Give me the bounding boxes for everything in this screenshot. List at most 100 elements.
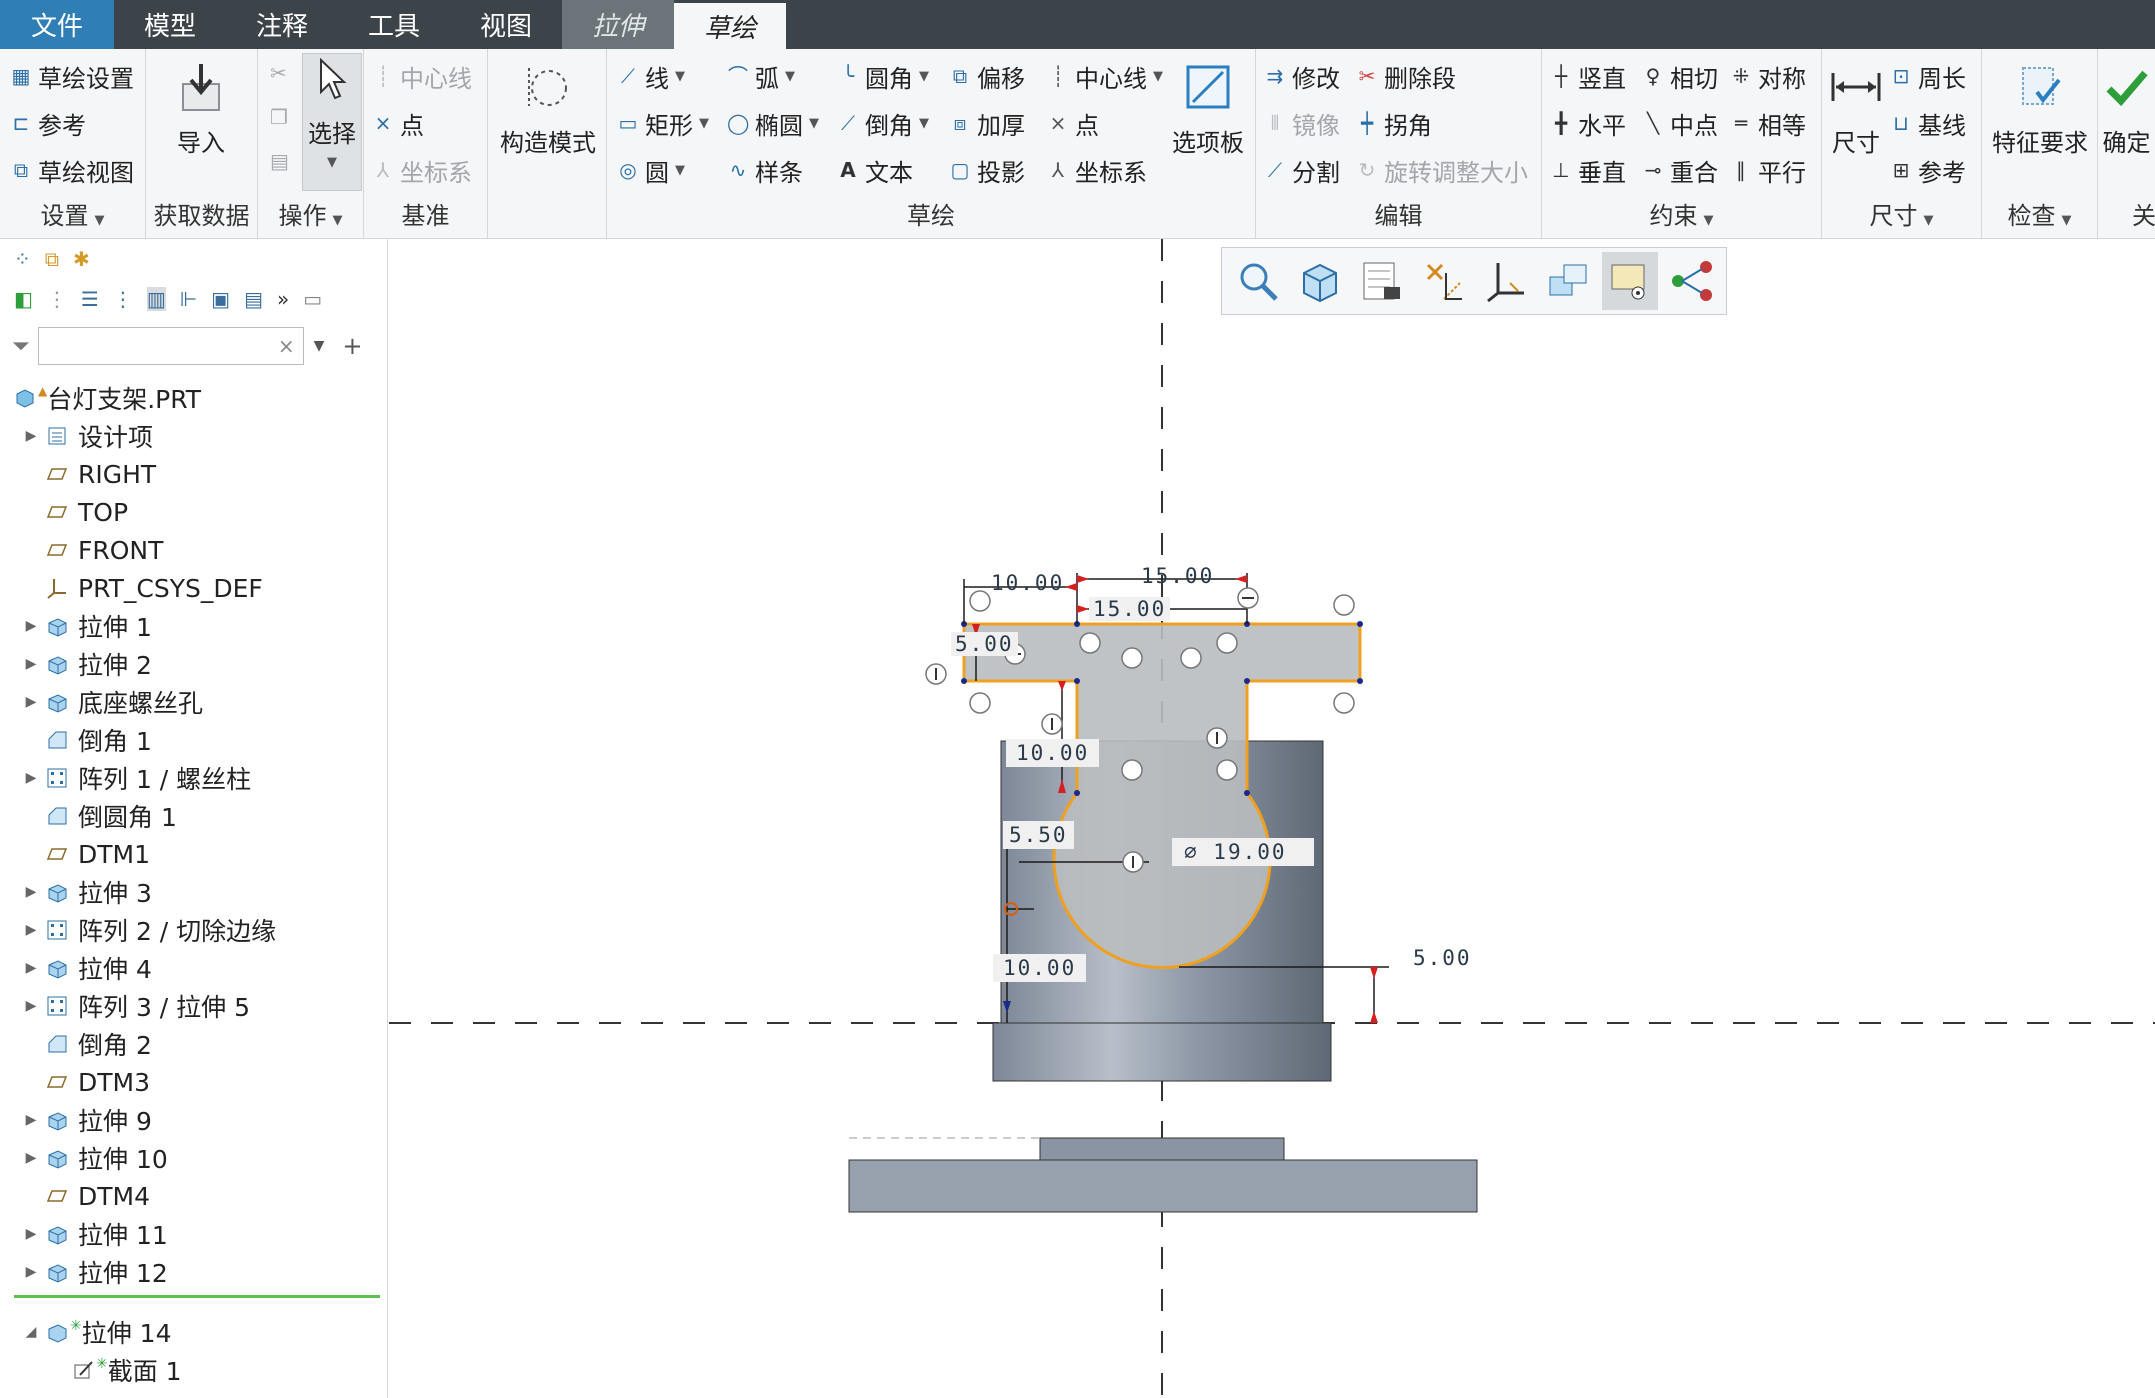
tree-item[interactable]: ▶ 拉伸 4	[0, 949, 388, 987]
sketch-view-button[interactable]: ⧉ 草绘视图	[10, 153, 134, 187]
tree-item[interactable]: DTM1	[0, 835, 388, 873]
expand-icon[interactable]: ▶	[20, 960, 42, 976]
tab-sketch[interactable]: 草绘	[674, 0, 787, 49]
mirror-button[interactable]: ⫴ 镜像	[1264, 106, 1340, 140]
dimension-button[interactable]: 尺寸	[1826, 59, 1886, 158]
project-tool[interactable]: ▢ 投影	[949, 153, 1025, 187]
parallel-constraint[interactable]: ∥ 平行	[1730, 153, 1806, 187]
dim-d9[interactable]: 5.00	[1413, 946, 1472, 970]
more-icon[interactable]: »	[277, 287, 289, 311]
modify-button[interactable]: ⇉ 修改	[1264, 59, 1340, 93]
dim-d6[interactable]: 5.50	[1003, 821, 1074, 849]
tree-show-icon[interactable]: ▣	[211, 287, 230, 311]
tree-item[interactable]: ▶ 阵列 3 / 拉伸 5	[0, 987, 388, 1025]
base-plate[interactable]	[848, 1159, 1478, 1213]
paste-icon[interactable]: ▤	[270, 149, 289, 173]
delete-segment-button[interactable]: ✂ 删除段	[1356, 59, 1456, 93]
datum-centerline-button[interactable]: ┊ 中心线	[372, 59, 472, 93]
dim-d4[interactable]: 5.00	[951, 632, 1018, 656]
sketch-point-tool[interactable]: × 点	[1047, 106, 1099, 140]
expand-icon[interactable]: ▶	[20, 1112, 42, 1128]
coincident-constraint[interactable]: ⊸ 重合	[1642, 153, 1718, 187]
tree-item[interactable]: RIGHT	[0, 455, 388, 493]
offset-tool[interactable]: ⧉ 偏移	[949, 59, 1025, 93]
expand-icon[interactable]: ▶	[20, 998, 42, 1014]
model-tree-tab-icon[interactable]: ⁘	[14, 247, 31, 271]
tree-item[interactable]: ▶ 拉伸 1	[0, 607, 388, 645]
circle-tool[interactable]: ◎ 圆 ▼	[617, 153, 685, 187]
copy-icon[interactable]: ❐	[270, 105, 288, 129]
tab-view[interactable]: 视图	[450, 0, 562, 49]
tree-item[interactable]: ▶ 拉伸 2	[0, 645, 388, 683]
tree-item[interactable]: PRT_CSYS_DEF	[0, 569, 388, 607]
vertical-constraint[interactable]: ┼ 竖直	[1550, 59, 1626, 93]
sketch-setup-button[interactable]: ▦ 草绘设置	[10, 59, 134, 93]
ellipse-tool[interactable]: ◯ 椭圆 ▼	[727, 106, 819, 140]
select-button[interactable]: 选择 ▼	[302, 53, 362, 191]
group-label-constraints[interactable]: 约束 ▼	[1542, 196, 1821, 231]
tree-page-icon[interactable]: ▭	[303, 287, 322, 311]
group-label-inspect[interactable]: 检查 ▼	[1982, 196, 2097, 231]
datum-csys-button[interactable]: ⅄ 坐标系	[372, 153, 472, 187]
add-icon[interactable]: +	[342, 332, 362, 360]
group-label-setup[interactable]: 设置 ▼	[0, 196, 145, 231]
display-icon[interactable]: ◧	[14, 287, 33, 311]
tree-item[interactable]: ▶ 拉伸 11	[0, 1215, 388, 1253]
dim-d3[interactable]: 15.00	[1089, 597, 1171, 621]
tree-item[interactable]: 倒角 2	[0, 1025, 388, 1063]
chamfer-tool[interactable]: ⟋ 倒角 ▼	[837, 106, 929, 140]
collapse-icon[interactable]: ◢	[20, 1324, 42, 1340]
tree-item-section[interactable]: ✳ 截面 1	[0, 1351, 388, 1389]
tree-item[interactable]: ▶ 拉伸 3	[0, 873, 388, 911]
tab-annotate[interactable]: 注释	[226, 0, 338, 49]
tree-item[interactable]: FRONT	[0, 531, 388, 569]
expand-icon[interactable]: ▶	[20, 1264, 42, 1280]
tree-item[interactable]: 倒角 1	[0, 721, 388, 759]
tree-filters-icon[interactable]: ⋮	[113, 287, 133, 311]
base-plate-boss[interactable]	[1039, 1137, 1285, 1161]
sketch-centerline-tool[interactable]: ┊ 中心线 ▼	[1047, 59, 1163, 93]
dim-d1[interactable]: 10.00	[991, 571, 1064, 595]
tree-item[interactable]: ▶ 拉伸 9	[0, 1101, 388, 1139]
tree-notes-icon[interactable]: ▤	[244, 287, 263, 311]
rectangle-tool[interactable]: ▭ 矩形 ▼	[617, 106, 709, 140]
tree-item[interactable]: ▶ 阵列 2 / 切除边缘	[0, 911, 388, 949]
tree-expand-icon[interactable]: ⊩	[180, 287, 197, 311]
graphics-canvas[interactable]: 10.00 15.00 15.00 5.00 10.00 5.50 ⌀ 19.0…	[389, 239, 2155, 1398]
dim-d7[interactable]: ⌀ 19.00	[1172, 838, 1314, 866]
insert-here-separator[interactable]	[14, 1295, 380, 1298]
text-tool[interactable]: A 文本	[837, 153, 913, 187]
tree-item[interactable]: TOP	[0, 493, 388, 531]
divide-button[interactable]: ⟋ 分割	[1264, 153, 1340, 187]
expand-icon[interactable]: ▶	[20, 694, 42, 710]
perimeter-button[interactable]: ⊡ 周长	[1890, 59, 1966, 93]
expand-icon[interactable]: ▶	[20, 656, 42, 672]
expand-icon[interactable]: ▶	[20, 428, 42, 444]
dim-d5[interactable]: 10.00	[1006, 739, 1100, 767]
tree-item[interactable]: ▶ 底座螺丝孔	[0, 683, 388, 721]
references-button[interactable]: ⊏ 参考	[10, 106, 86, 140]
dim-d8[interactable]: 10.00	[993, 954, 1087, 982]
reference-dim-button[interactable]: ⊞ 参考	[1890, 153, 1966, 187]
filter-dropdown-icon[interactable]: ▼	[314, 338, 325, 354]
sketch-csys-tool[interactable]: ⅄ 坐标系	[1047, 153, 1147, 187]
tree-search-input[interactable]: ×	[37, 327, 304, 365]
tab-extrude[interactable]: 拉伸	[562, 0, 675, 49]
tree-item[interactable]: DTM3	[0, 1063, 388, 1101]
group-label-dimension[interactable]: 尺寸 ▼	[1822, 196, 1981, 231]
cylinder-base[interactable]	[992, 1022, 1332, 1082]
baseline-button[interactable]: ⊔ 基线	[1890, 106, 1966, 140]
horizontal-constraint[interactable]: ╋ 水平	[1550, 106, 1626, 140]
datum-point-button[interactable]: × 点	[372, 106, 424, 140]
tree-item[interactable]: ▶ 拉伸 12	[0, 1253, 388, 1291]
expand-icon[interactable]: ▶	[20, 770, 42, 786]
line-tool[interactable]: ⟋ 线 ▼	[617, 59, 685, 93]
symmetric-constraint[interactable]: ⁜ 对称	[1730, 59, 1806, 93]
expand-icon[interactable]: ▶	[20, 1150, 42, 1166]
fillet-tool[interactable]: ╰ 圆角 ▼	[837, 59, 929, 93]
tab-tools[interactable]: 工具	[338, 0, 450, 49]
tree-columns-icon[interactable]: ☰	[81, 287, 99, 311]
tree-item[interactable]: DTM4	[0, 1177, 388, 1215]
corner-button[interactable]: ┿ 拐角	[1356, 106, 1432, 140]
expand-icon[interactable]: ▶	[20, 1226, 42, 1242]
